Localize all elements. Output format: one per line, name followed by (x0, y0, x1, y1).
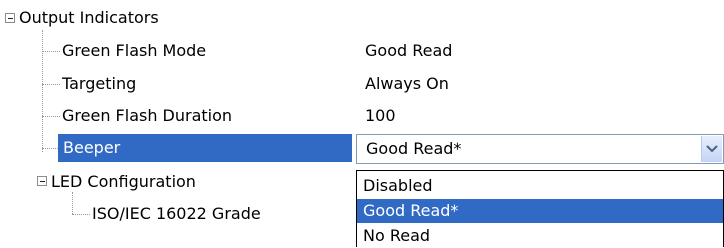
option-disabled[interactable]: Disabled (357, 174, 723, 198)
tree-connector (42, 30, 43, 152)
dropdown-button[interactable] (701, 136, 722, 162)
tree-node-led-configuration[interactable]: LED Configuration (51, 170, 196, 194)
tree-node-green-flash-mode[interactable]: Green Flash Mode (62, 39, 206, 63)
beeper-options-list[interactable]: Disabled Good Read* No Read (356, 170, 724, 247)
tree-node-iso-iec-16022-grade[interactable]: ISO/IEC 16022 Grade (92, 202, 261, 226)
tree-connector (42, 84, 60, 85)
tree-connector (42, 51, 60, 52)
collapse-output-indicators-icon[interactable] (5, 13, 15, 23)
tree-connector (42, 116, 60, 117)
green-flash-duration-value[interactable]: 100 (365, 104, 396, 128)
tree-node-green-flash-duration[interactable]: Green Flash Duration (62, 104, 232, 128)
tree-node-beeper[interactable]: Beeper (58, 134, 352, 162)
tree-node-targeting[interactable]: Targeting (62, 72, 136, 96)
collapse-led-configuration-icon[interactable] (37, 176, 47, 186)
option-no-read[interactable]: No Read (357, 224, 723, 248)
tree-node-output-indicators[interactable]: Output Indicators (19, 6, 159, 30)
tree-connector (42, 148, 58, 149)
green-flash-mode-value[interactable]: Good Read (365, 39, 452, 63)
targeting-value[interactable]: Always On (365, 72, 449, 96)
beeper-select[interactable]: Good Read* (356, 134, 724, 164)
tree-connector (72, 192, 73, 214)
beeper-select-value: Good Read* (366, 139, 462, 158)
option-good-read[interactable]: Good Read* (357, 199, 723, 223)
chevron-down-icon (706, 145, 718, 153)
tree-connector (72, 214, 90, 215)
